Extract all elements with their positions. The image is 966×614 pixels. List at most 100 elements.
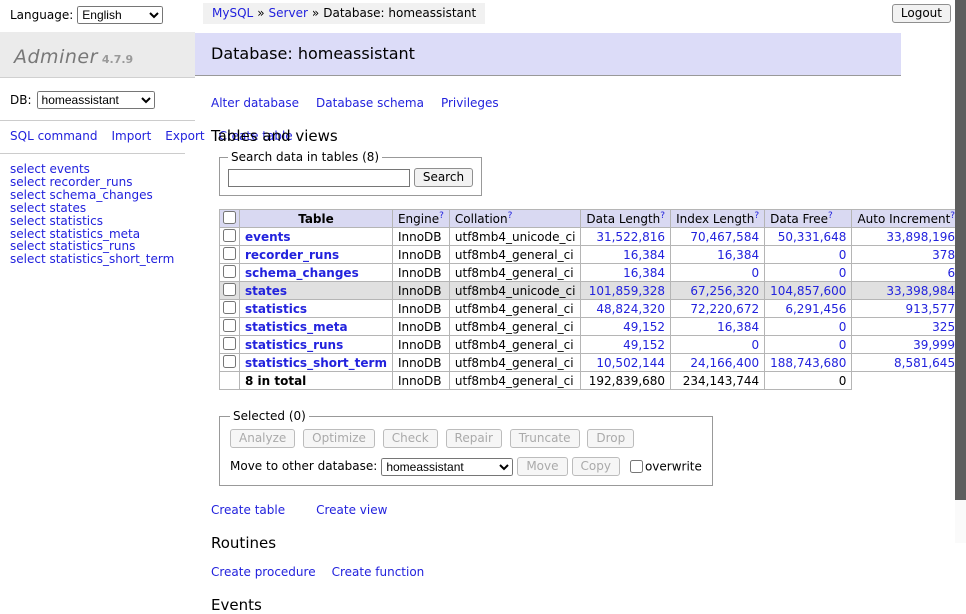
vertical-scrollbar[interactable] [955,0,966,543]
cell-data-free: 188,743,680 [765,354,852,372]
db-label: DB: [10,93,32,107]
help-icon[interactable]: ? [508,211,513,221]
language-select[interactable]: English [77,6,163,24]
cell-collation: utf8mb4_general_ci [449,264,581,282]
sidebar: Language:English Adminer4.7.9 DB:homeass… [0,0,195,266]
privileges-link[interactable]: Privileges [441,96,499,110]
move-label: Move to other database: [230,459,377,473]
table-link[interactable]: statistics [245,302,307,316]
sidebar-table-links: select events select recorder_runs selec… [0,154,195,266]
scrollbar-thumb[interactable] [955,0,966,500]
cell-index-length: 16,384 [671,318,765,336]
help-icon[interactable]: ? [754,211,759,221]
cell-index-length: 70,467,584 [671,228,765,246]
col-header-engine: Engine? [392,210,449,228]
search-input[interactable] [228,169,410,187]
row-checkbox[interactable] [223,319,236,332]
table-link[interactable]: states [245,284,287,298]
sidebar-link-select-schema-changes[interactable]: select schema_changes [10,189,195,202]
selected-actions: Analyze Optimize Check Repair Truncate D… [230,429,702,448]
create-view-link[interactable]: Create view [316,503,387,517]
search-fieldset: Search data in tables (8) Search [219,150,482,196]
check-button[interactable]: Check [383,429,438,448]
cell-collation: utf8mb4_general_ci [449,336,581,354]
cell-data-free: 0 [765,246,852,264]
drop-button[interactable]: Drop [587,429,634,448]
cell-auto-increment: 378 [852,246,961,264]
row-checkbox[interactable] [223,265,236,278]
overwrite-label: overwrite [645,460,702,474]
app-header: Adminer4.7.9 [0,32,195,78]
total-engine: InnoDB [392,372,449,390]
sidebar-link-select-states[interactable]: select states [10,202,195,215]
cell-data-length: 16,384 [581,264,671,282]
cell-auto-increment: 325 [852,318,961,336]
cell-collation: utf8mb4_general_ci [449,246,581,264]
analyze-button[interactable]: Analyze [230,429,295,448]
cell-collation: utf8mb4_unicode_ci [449,282,581,300]
cell-index-length: 0 [671,336,765,354]
create-table-link[interactable]: Create table [211,503,285,517]
overwrite-checkbox[interactable] [630,460,643,473]
cell-auto-increment: 8,581,645 [852,354,961,372]
row-checkbox[interactable] [223,247,236,260]
breadcrumb-separator: » [312,6,319,20]
routines-heading: Routines [211,534,901,552]
move-db-select[interactable]: homeassistant [381,458,513,476]
cell-engine: InnoDB [392,282,449,300]
database-schema-link[interactable]: Database schema [316,96,424,110]
db-select[interactable]: homeassistant [37,91,155,109]
help-icon[interactable]: ? [660,211,665,221]
cell-data-free: 50,331,648 [765,228,852,246]
breadcrumb-link-mysql[interactable]: MySQL [212,6,253,20]
cell-index-length: 72,220,672 [671,300,765,318]
table-link[interactable]: statistics_short_term [245,356,387,370]
cell-auto-increment: 913,577 [852,300,961,318]
row-checkbox[interactable] [223,283,236,296]
sidebar-link-select-statistics[interactable]: select statistics [10,215,195,228]
row-checkbox[interactable] [223,355,236,368]
sidebar-link-select-statistics-short-term[interactable]: select statistics_short_term [10,253,195,266]
create-function-link[interactable]: Create function [332,565,425,579]
table-link[interactable]: recorder_runs [245,248,339,262]
select-all-checkbox[interactable] [223,211,236,224]
move-button[interactable]: Move [517,457,567,476]
help-icon[interactable]: ? [828,211,833,221]
cell-index-length: 67,256,320 [671,282,765,300]
cell-data-free: 6,291,456 [765,300,852,318]
table-link[interactable]: events [245,230,291,244]
table-link[interactable]: statistics_meta [245,320,348,334]
row-checkbox[interactable] [223,301,236,314]
help-icon[interactable]: ? [439,211,444,221]
total-label: 8 in total [240,372,393,390]
cell-data-free: 104,857,600 [765,282,852,300]
total-data-free: 0 [765,372,852,390]
sidebar-actions: SQL commandImportExportCreate table [0,121,185,154]
sidebar-link-import[interactable]: Import [111,129,151,143]
cell-collation: utf8mb4_general_ci [449,354,581,372]
alter-database-link[interactable]: Alter database [211,96,299,110]
cell-data-free: 0 [765,264,852,282]
table-link[interactable]: statistics_runs [245,338,343,352]
row-checkbox[interactable] [223,229,236,242]
repair-button[interactable]: Repair [446,429,502,448]
row-checkbox[interactable] [223,337,236,350]
sidebar-link-select-recorder-runs[interactable]: select recorder_runs [10,176,195,189]
total-index-length: 234,143,744 [671,372,765,390]
truncate-button[interactable]: Truncate [510,429,580,448]
col-header-collation: Collation? [449,210,581,228]
logout-button[interactable]: Logout [892,4,951,23]
database-nav-links: Alter database Database schema Privileges [211,96,901,110]
table-link[interactable]: schema_changes [245,266,359,280]
cell-collation: utf8mb4_general_ci [449,300,581,318]
search-button[interactable]: Search [414,168,473,187]
cell-engine: InnoDB [392,336,449,354]
table-row-events: events InnoDB utf8mb4_unicode_ci 31,522,… [220,228,966,246]
sidebar-link-select-events[interactable]: select events [10,163,195,176]
breadcrumb-link-server[interactable]: Server [269,6,308,20]
optimize-button[interactable]: Optimize [303,429,375,448]
create-procedure-link[interactable]: Create procedure [211,565,316,579]
sidebar-link-sql-command[interactable]: SQL command [10,129,97,143]
copy-button[interactable]: Copy [572,457,620,476]
main-content: MySQL»Server»Database: homeassistant Dat… [195,0,901,614]
